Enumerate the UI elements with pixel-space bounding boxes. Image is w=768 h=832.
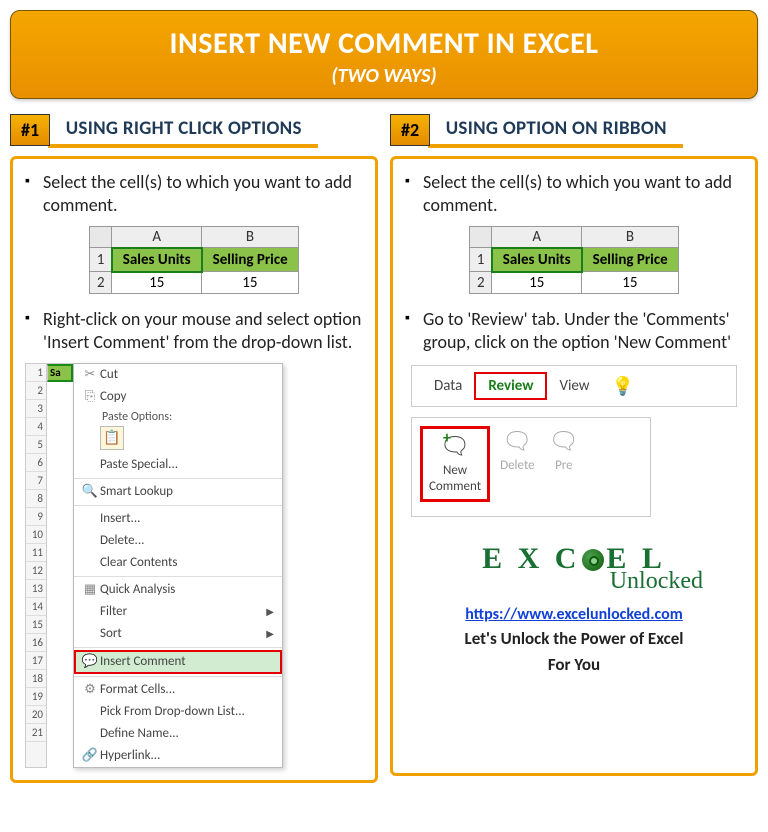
m1-sample-table: AB 1Sales UnitsSelling Price 21515	[25, 226, 363, 294]
tagline-1: Let's Unlock the Power of Excel	[405, 628, 743, 650]
cut-icon: ✂	[80, 367, 100, 382]
m1-step2: Right-click on your mouse and select opt…	[25, 308, 363, 355]
page-header: INSERT NEW COMMENT IN EXCEL (TWO WAYS)	[10, 10, 758, 99]
header-subtitle: (TWO WAYS)	[21, 64, 747, 88]
m2-sample-table: AB 1Sales UnitsSelling Price 21515	[405, 226, 743, 294]
ctx-pick-list[interactable]: Pick From Drop-down List...	[74, 701, 282, 723]
ctx-cut[interactable]: ✂Cut	[74, 364, 282, 386]
ctx-delete[interactable]: Delete...	[74, 530, 282, 552]
ctx-define-name[interactable]: Define Name...	[74, 723, 282, 745]
analysis-icon: ▦	[80, 582, 100, 597]
copy-icon: ⎘	[80, 389, 100, 404]
ctx-smart-lookup[interactable]: 🔍Smart Lookup	[74, 481, 282, 503]
paste-icon[interactable]: 📋	[100, 426, 124, 450]
context-menu-screenshot: 123456789101112131415161718192021 Sa ✂Cu…	[25, 363, 363, 768]
branding: E X CE L Unlocked https://www.excelunloc…	[405, 545, 743, 676]
logo: E X CE L Unlocked	[405, 545, 743, 595]
ctx-paste-special[interactable]: Paste Special...	[74, 454, 282, 476]
section-title-2: USING OPTION ON RIBBON	[428, 109, 683, 148]
chevron-right-icon: ▶	[266, 627, 274, 640]
cell-sales-units[interactable]: Sales Units	[492, 248, 582, 272]
header-title: INSERT NEW COMMENT IN EXCEL	[21, 25, 747, 62]
badge-2: #2	[390, 114, 430, 146]
row-headers: 123456789101112131415161718192021	[25, 363, 47, 768]
ctx-filter[interactable]: Filter▶	[74, 601, 282, 623]
ctx-insert[interactable]: Insert...	[74, 508, 282, 530]
key-icon	[582, 549, 604, 571]
m2-step1: Select the cell(s) to which you want to …	[405, 171, 743, 218]
prev-comment-button[interactable]: 🗨 Pre	[545, 426, 583, 476]
new-comment-icon: 🗨+	[429, 433, 481, 462]
cell-sales-units[interactable]: Sales Units	[112, 248, 202, 272]
context-menu: ✂Cut ⎘Copy Paste Options: 📋 Paste Specia…	[73, 363, 283, 768]
link-icon: 🔗	[80, 748, 100, 763]
comments-group: 🗨+ NewComment 🗨 Delete 🗨 Pre	[411, 417, 651, 517]
ctx-format-cells[interactable]: ⚙Format Cells...	[74, 679, 282, 701]
tab-data[interactable]: Data	[422, 374, 474, 398]
chevron-right-icon: ▶	[266, 605, 274, 618]
tab-view[interactable]: View	[547, 374, 601, 398]
m2-step2: Go to 'Review' tab. Under the 'Comments'…	[405, 308, 743, 355]
ctx-sort[interactable]: Sort▶	[74, 623, 282, 645]
format-icon: ⚙	[80, 682, 100, 697]
prev-comment-icon: 🗨	[549, 428, 579, 457]
method-1: #1 USING RIGHT CLICK OPTIONS Select the …	[8, 105, 380, 789]
ctx-clear[interactable]: Clear Contents	[74, 552, 282, 574]
tell-me-icon[interactable]: 💡	[612, 375, 634, 397]
delete-comment-button[interactable]: 🗨 Delete	[496, 426, 539, 476]
tab-review[interactable]: Review	[474, 372, 547, 400]
search-icon: 🔍	[80, 484, 100, 499]
ctx-copy[interactable]: ⎘Copy	[74, 386, 282, 408]
delete-comment-icon: 🗨	[500, 428, 535, 457]
badge-1: #1	[10, 114, 50, 146]
ctx-quick-analysis[interactable]: ▦Quick Analysis	[74, 579, 282, 601]
new-comment-button[interactable]: 🗨+ NewComment	[420, 426, 490, 502]
ctx-hyperlink[interactable]: 🔗Hyperlink...	[74, 745, 282, 767]
tagline-2: For You	[405, 654, 743, 676]
ctx-insert-comment[interactable]: 💬Insert Comment	[74, 650, 282, 674]
method-2: #2 USING OPTION ON RIBBON Select the cel…	[388, 105, 760, 789]
comment-icon: 💬	[80, 654, 100, 669]
m1-step1: Select the cell(s) to which you want to …	[25, 171, 363, 218]
ctx-paste-heading: Paste Options:	[74, 408, 282, 424]
website-link[interactable]: https://www.excelunlocked.com	[405, 605, 743, 624]
section-title-1: USING RIGHT CLICK OPTIONS	[48, 109, 318, 148]
selected-cell-fragment: Sa	[47, 364, 73, 382]
ribbon-tabs: Data Review View 💡	[411, 365, 737, 407]
